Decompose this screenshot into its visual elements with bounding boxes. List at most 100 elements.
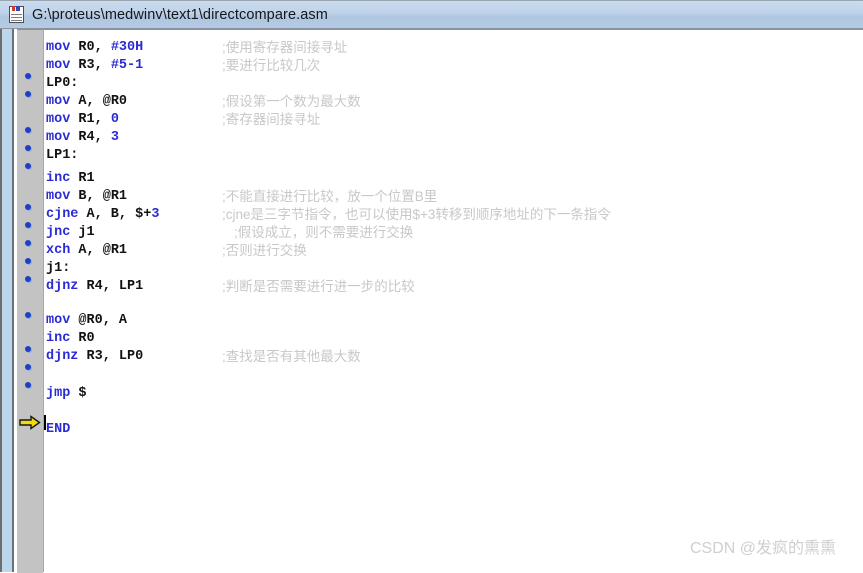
instruction-operands: A, @R0: [70, 94, 128, 109]
code-line[interactable]: mov R3, #5-1 ;要进行比较几次: [44, 57, 863, 75]
code-comment: ;要进行比较几次: [222, 58, 321, 73]
code-line-text: END: [46, 421, 70, 439]
code-line-text: inc R0: [46, 330, 95, 348]
breakpoint-marker-icon[interactable]: [25, 382, 31, 388]
code-line[interactable]: inc R1: [44, 170, 863, 188]
instruction-operands: R3, LP0: [78, 349, 144, 364]
instruction-operands: R1: [70, 171, 95, 186]
code-line[interactable]: inc R0: [44, 330, 863, 348]
numeric-literal: #30H: [110, 40, 144, 55]
code-comment: ;假设成立，则不需要进行交换: [234, 225, 414, 240]
code-line[interactable]: mov A, @R0 ;假设第一个数为最大数: [44, 93, 863, 111]
code-line[interactable]: LP0:: [44, 75, 863, 93]
code-text-area[interactable]: mov R0, #30H ;使用寄存器间接寻址 mov R3, #5-1 ;要进行比较…: [44, 29, 863, 572]
breakpoint-marker-icon[interactable]: [25, 258, 31, 264]
numeric-literal: 3: [151, 207, 160, 222]
instruction-mnemonic: xch: [46, 243, 71, 258]
instruction-mnemonic: djnz: [46, 349, 79, 364]
numeric-literal: 3: [110, 130, 119, 145]
breakpoint-marker-icon[interactable]: [25, 91, 31, 97]
code-line[interactable]: djnz R4, LP1 ;判断是否需要进行进一步的比较: [44, 278, 863, 296]
instruction-operands: A, B, $+: [78, 207, 152, 222]
watermark: CSDN @发疯的熏熏: [689, 540, 836, 557]
instruction-mnemonic: jmp: [46, 386, 71, 401]
code-line-text: mov R1, 0: [46, 111, 119, 129]
code-line-text: mov B, @R1: [46, 188, 127, 206]
instruction-mnemonic: mov: [46, 58, 71, 73]
code-line-text: mov R4, 3: [46, 129, 119, 147]
current-instruction-arrow-icon: [19, 415, 41, 430]
breakpoint-marker-icon[interactable]: [25, 145, 31, 151]
code-line[interactable]: mov R4, 3: [44, 129, 863, 147]
code-label: LP0:: [46, 76, 79, 91]
breakpoint-marker-icon[interactable]: [25, 163, 31, 169]
code-line[interactable]: cjne A, B, $+3 ;cjne是三字节指令，也可以使用$+3转移到顺序地…: [44, 206, 863, 224]
editor-left-blue-strip: [2, 29, 12, 572]
code-comment: ;查找是否有其他最大数: [222, 349, 361, 364]
code-line-text: xch A, @R1: [46, 242, 127, 260]
instruction-operands: R4,: [70, 130, 111, 145]
breakpoint-gutter[interactable]: [17, 29, 43, 573]
code-line[interactable]: djnz R3, LP0 ;查找是否有其他最大数: [44, 348, 863, 366]
instruction-mnemonic: cjne: [46, 207, 79, 222]
code-line-text: djnz R3, LP0: [46, 348, 143, 366]
code-comment: ;cjne是三字节指令，也可以使用$+3转移到顺序地址的下一条指令: [222, 207, 611, 222]
numeric-literal: 0: [110, 112, 119, 127]
instruction-mnemonic: mov: [46, 94, 71, 109]
code-line-text: mov R0, #30H: [46, 39, 143, 57]
code-line[interactable]: mov @R0, A: [44, 312, 863, 330]
instruction-mnemonic: mov: [46, 40, 71, 55]
numeric-literal: #5-1: [110, 58, 144, 73]
breakpoint-marker-icon[interactable]: [25, 127, 31, 133]
instruction-operands: @R0, A: [70, 313, 128, 328]
breakpoint-marker-icon[interactable]: [25, 276, 31, 282]
code-line[interactable]: LP1:: [44, 147, 863, 165]
breakpoint-marker-icon[interactable]: [25, 204, 31, 210]
breakpoint-marker-icon[interactable]: [25, 222, 31, 228]
breakpoint-marker-icon[interactable]: [25, 240, 31, 246]
instruction-mnemonic: mov: [46, 112, 71, 127]
instruction-operands: R0: [70, 331, 95, 346]
instruction-operands: R1,: [70, 112, 111, 127]
code-comment: ;寄存器间接寻址: [222, 112, 321, 127]
code-line-text: djnz R4, LP1: [46, 278, 143, 296]
code-label: j1:: [46, 261, 71, 276]
breakpoint-marker-icon[interactable]: [25, 312, 31, 318]
instruction-mnemonic: jnc: [46, 225, 71, 240]
code-line[interactable]: jmp $: [44, 385, 863, 403]
instruction-mnemonic: mov: [46, 313, 71, 328]
code-comment: ;否则进行交换: [222, 243, 307, 258]
instruction-operands: R3,: [70, 58, 111, 73]
code-line-text: LP1:: [46, 147, 78, 165]
breakpoint-marker-icon[interactable]: [25, 73, 31, 79]
code-line[interactable]: mov R1, 0 ;寄存器间接寻址: [44, 111, 863, 129]
code-line[interactable]: jnc j1 ;假设成立，则不需要进行交换: [44, 224, 863, 242]
instruction-operands: R4, LP1: [78, 279, 144, 294]
code-line[interactable]: mov R0, #30H ;使用寄存器间接寻址: [44, 39, 863, 57]
breakpoint-marker-icon[interactable]: [25, 364, 31, 370]
code-line-text: inc R1: [46, 170, 95, 188]
code-comment: ;假设第一个数为最大数: [222, 94, 361, 109]
window-titlebar[interactable]: G:\proteus\medwinv\text1\directcompare.a…: [0, 0, 863, 29]
breakpoint-marker-icon[interactable]: [25, 346, 31, 352]
code-line-text: mov @R0, A: [46, 312, 127, 330]
code-line-text: LP0:: [46, 75, 78, 93]
instruction-mnemonic: inc: [46, 331, 71, 346]
code-line[interactable]: END: [44, 421, 863, 439]
instruction-operands: R0,: [70, 40, 111, 55]
code-line[interactable]: j1:: [44, 260, 863, 278]
instruction-mnemonic: djnz: [46, 279, 79, 294]
code-line[interactable]: xch A, @R1 ;否则进行交换: [44, 242, 863, 260]
instruction-operands: A, @R1: [70, 243, 128, 258]
code-comment: ;判断是否需要进行进一步的比较: [222, 279, 415, 294]
instruction-mnemonic: inc: [46, 171, 71, 186]
code-line-text: mov A, @R0: [46, 93, 127, 111]
code-line-text: jmp $: [46, 385, 87, 403]
instruction-mnemonic: END: [46, 422, 71, 437]
window-title: G:\proteus\medwinv\text1\directcompare.a…: [32, 6, 328, 23]
code-line-text: j1:: [46, 260, 70, 278]
instruction-operands: j1: [70, 225, 95, 240]
instruction-operands: B, @R1: [70, 189, 128, 204]
code-line-text: cjne A, B, $+3: [46, 206, 159, 224]
code-line[interactable]: mov B, @R1 ;不能直接进行比较，放一个位置B里: [44, 188, 863, 206]
